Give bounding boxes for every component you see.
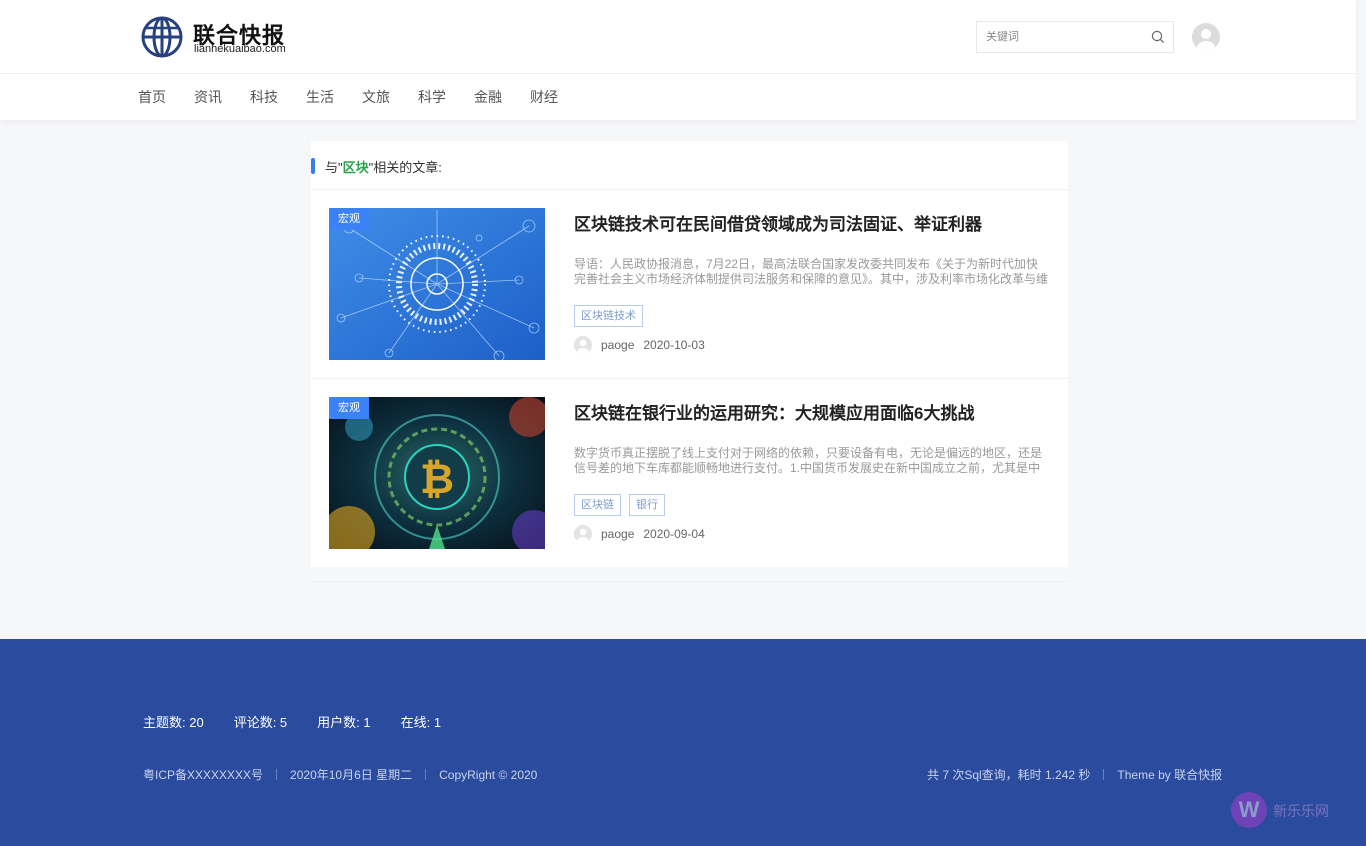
post-thumbnail[interactable]: 宏观 (329, 208, 545, 360)
nav-item-science[interactable]: 科学 (418, 75, 474, 119)
post-date: 2020-09-04 (643, 527, 705, 541)
post-author[interactable]: paoge (601, 527, 634, 541)
stat-comments: 评论数: 5 (233, 715, 288, 730)
tag-link[interactable]: 银行 (629, 494, 665, 516)
user-avatar[interactable] (1192, 23, 1220, 51)
tag-link[interactable]: 区块链技术 (574, 305, 643, 327)
user-icon (577, 528, 589, 543)
author-avatar[interactable] (574, 336, 592, 354)
post-title[interactable]: 区块链技术可在民间借贷领域成为司法固证、举证利器 (574, 210, 982, 235)
divider (1103, 769, 1105, 780)
category-badge[interactable]: 宏观 (329, 208, 369, 230)
user-icon (1197, 29, 1215, 51)
top-bar: 联合快报 lianhekuaibao.com (0, 0, 1356, 74)
logo-domain: lianhekuaibao.com (194, 43, 286, 55)
watermark-letter: W (1231, 792, 1267, 828)
copyright: CopyRight © 2020 (439, 767, 538, 782)
blockchain-network-image (329, 208, 545, 360)
footer-meta: 共 7 次Sql查询，耗时 1.242 秒 Theme by 联合快报 (927, 766, 1222, 783)
post-item: 宏观 区块链技术可在民间借贷领域成为司法固证、举证利器 导语：人民政协报消息，7… (311, 190, 1068, 379)
theme-credit[interactable]: Theme by 联合快报 (1117, 766, 1222, 783)
post-title[interactable]: 区块链在银行业的运用研究：大规模应用面临6大挑战 (574, 399, 974, 424)
site-stats: 主题数: 20 评论数: 5 用户数: 1 在线: 1 (143, 712, 471, 731)
bitcoin-image: ₿ (329, 397, 545, 549)
svg-text:₿: ₿ (420, 454, 454, 503)
search-keyword: 区块 (342, 160, 369, 175)
nav-item-life[interactable]: 生活 (306, 75, 362, 119)
nav-item-finance[interactable]: 金融 (474, 75, 530, 119)
results-heading-text: 与"区块"相关的文章: (325, 157, 442, 176)
search-results-panel: 与"区块"相关的文章: 宏观 区块链技术可在民间借贷领域成为司法固证、举证利器 … (311, 141, 1068, 567)
site-footer: 主题数: 20 评论数: 5 用户数: 1 在线: 1 粤ICP备XXXXXXX… (0, 639, 1366, 846)
divider (425, 769, 427, 780)
watermark-text: 新乐乐网 (1273, 803, 1329, 819)
nav-item-home[interactable]: 首页 (138, 75, 194, 119)
post-tags: 区块链 银行 (574, 494, 665, 516)
post-item: ₿ 宏观 区块链在银行业的运用研究：大规模应用面临6大挑战 数字货币真正摆脱了线… (311, 379, 1068, 568)
heading-prefix: 与" (325, 160, 343, 175)
stat-topics: 主题数: 20 (143, 715, 204, 730)
watermark-logo: W 新乐乐网 (1231, 790, 1351, 830)
heading-accent-bar (311, 158, 315, 174)
site-logo[interactable]: 联合快报 lianhekuaibao.com (140, 15, 300, 59)
post-thumbnail[interactable]: ₿ 宏观 (329, 397, 545, 549)
category-badge[interactable]: 宏观 (329, 397, 369, 419)
globe-logo-icon (141, 16, 183, 58)
query-stats: 共 7 次Sql查询，耗时 1.242 秒 (927, 768, 1091, 782)
heading-suffix: "相关的文章: (368, 160, 442, 175)
footer-date: 2020年10月6日 星期二 (290, 768, 413, 782)
stat-users: 用户数: 1 (317, 715, 371, 730)
nav-item-tech[interactable]: 科技 (250, 75, 306, 119)
post-date: 2020-10-03 (643, 338, 705, 352)
search-box (976, 21, 1174, 53)
divider (276, 769, 278, 780)
post-excerpt: 导语：人民政协报消息，7月22日，最高法联合国家发改委共同发布《关于为新时代加快… (574, 257, 1049, 286)
icp-link[interactable]: 粤ICP备XXXXXXXX号 (143, 766, 263, 783)
search-input[interactable] (977, 22, 1147, 52)
nav-item-economy[interactable]: 财经 (530, 75, 586, 119)
post-meta: paoge 2020-09-04 (574, 525, 705, 543)
post-excerpt: 数字货币真正摆脱了线上支付对于网络的依赖，只要设备有电，无论是偏远的地区，还是信… (574, 446, 1043, 475)
main-nav: 首页 资讯 科技 生活 文旅 科学 金融 财经 (138, 75, 586, 119)
stat-online: 在线: 1 (400, 715, 442, 730)
post-author[interactable]: paoge (601, 338, 634, 352)
results-heading: 与"区块"相关的文章: (311, 141, 1068, 190)
footer-info: 粤ICP备XXXXXXXX号 2020年10月6日 星期二 CopyRight … (143, 766, 537, 783)
post-tags: 区块链技术 (574, 305, 643, 327)
post-meta: paoge 2020-10-03 (574, 336, 705, 354)
author-avatar[interactable] (574, 525, 592, 543)
tag-link[interactable]: 区块链 (574, 494, 621, 516)
user-icon (577, 339, 589, 354)
nav-item-travel[interactable]: 文旅 (362, 75, 418, 119)
site-header: 联合快报 lianhekuaibao.com 首页 资讯 科技 生活 文旅 科学… (0, 0, 1356, 120)
search-icon[interactable] (1151, 30, 1165, 44)
nav-item-news[interactable]: 资讯 (194, 75, 250, 119)
pagination-divider (311, 581, 1068, 582)
